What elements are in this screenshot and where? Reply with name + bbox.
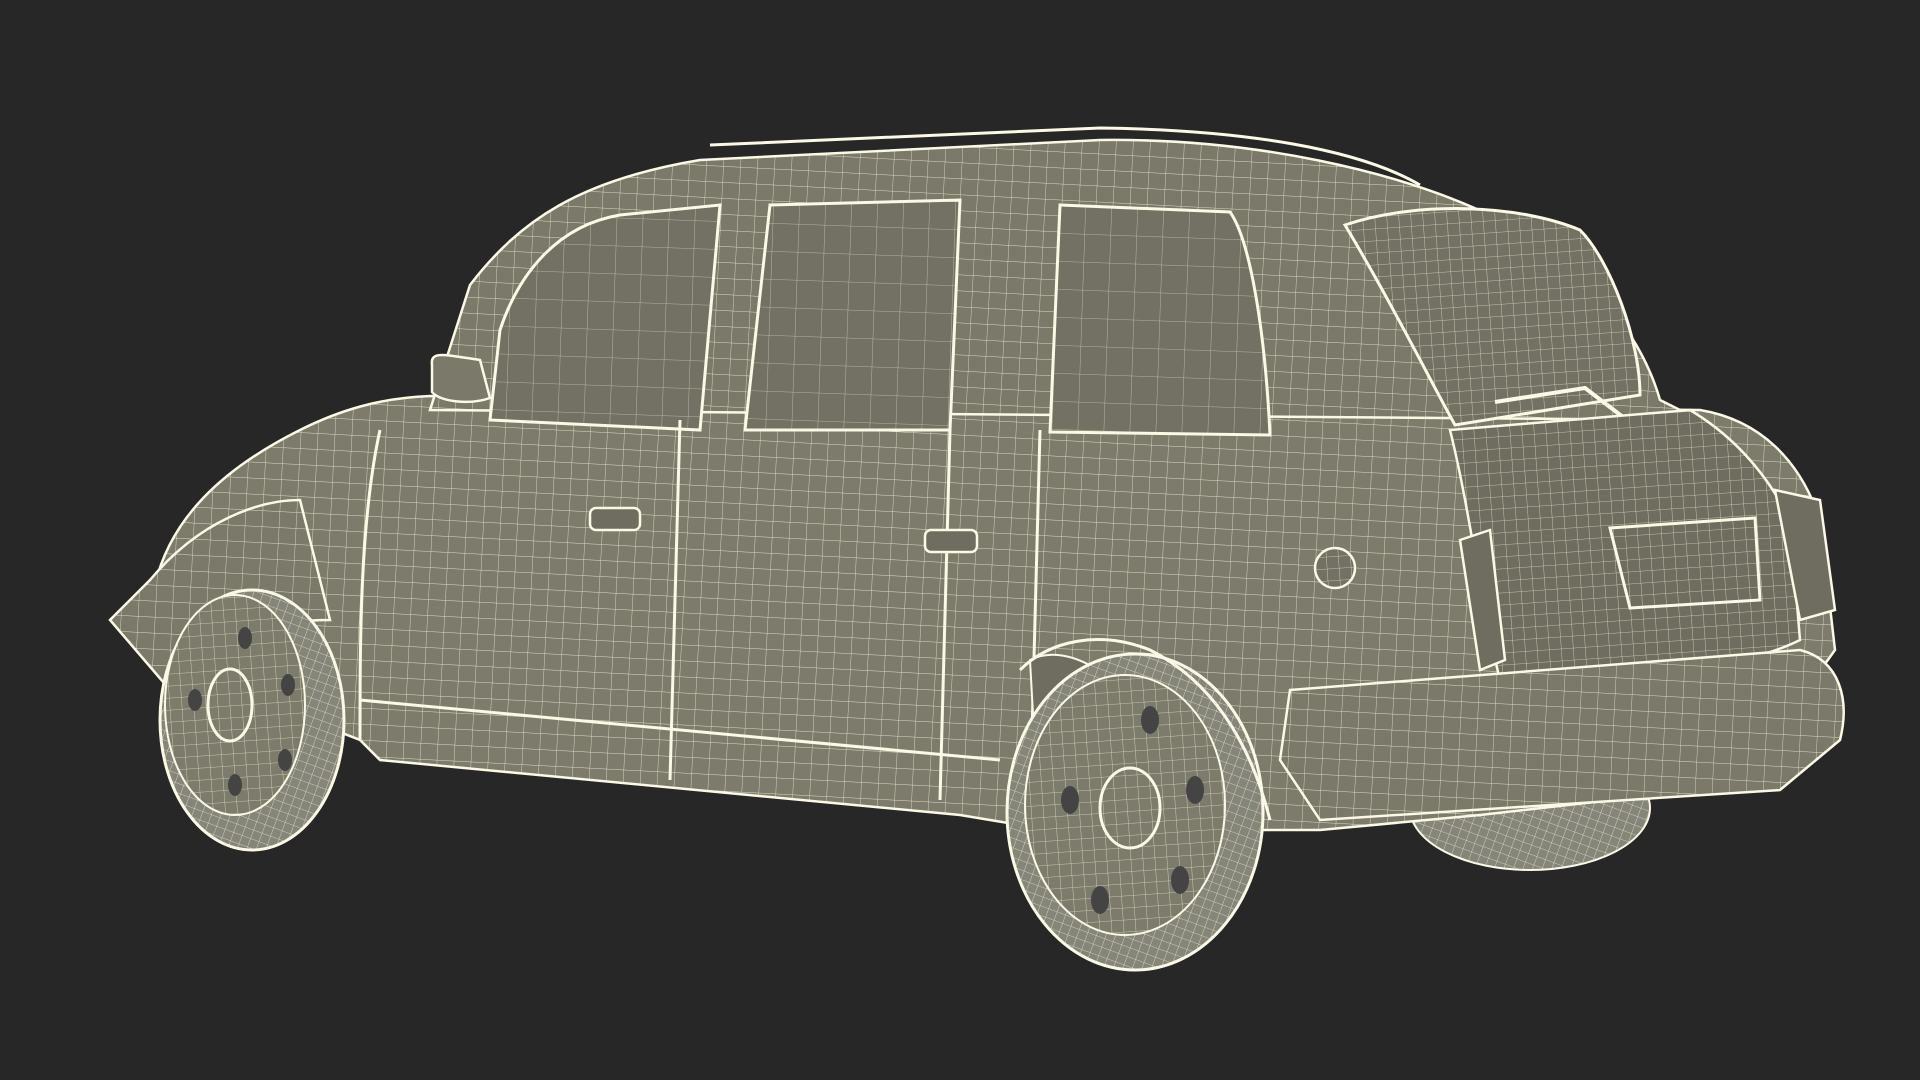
rear-left-wheel	[1005, 652, 1265, 972]
license-plate	[1608, 516, 1762, 610]
middle-side-window	[743, 198, 962, 432]
car-wireframe-render	[108, 126, 1845, 972]
front-left-wheel	[158, 588, 346, 852]
front-door-handle	[588, 506, 642, 532]
viewport	[0, 0, 1920, 1080]
rear-side-window	[1048, 203, 1272, 437]
fuel-cap	[1313, 546, 1357, 590]
rear-door-handle	[923, 528, 979, 554]
side-mirror	[430, 353, 492, 404]
